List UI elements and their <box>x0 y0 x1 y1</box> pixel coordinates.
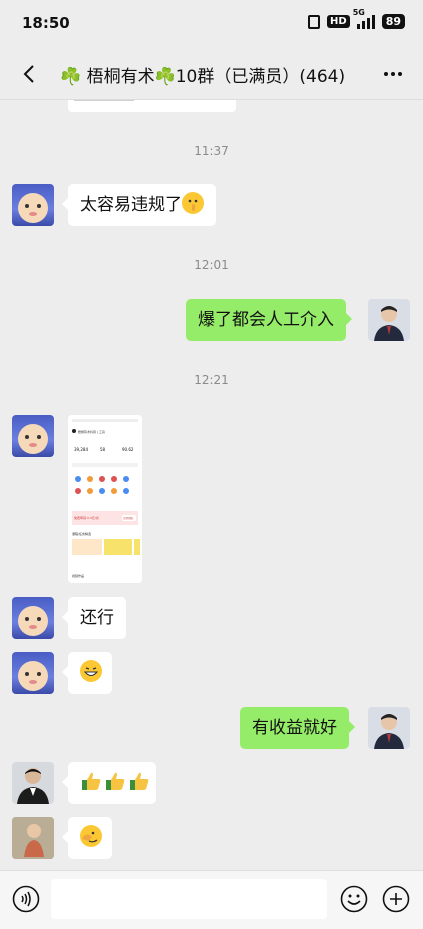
app-screenshot-thumbnail: 梧桐有术抖音 | 工具 39,284 58 90.62 免费申领 0.3元/次 … <box>68 415 142 583</box>
person-icon <box>374 306 404 341</box>
avatar[interactable] <box>12 597 54 639</box>
person-suit-icon <box>17 768 49 804</box>
timestamp: 11:37 <box>194 144 229 158</box>
battery-level: 89 <box>381 14 405 29</box>
status-bar: 18:50 HD 5G 89 <box>0 0 423 48</box>
image-message[interactable]: 梧桐有术抖音 | 工具 39,284 58 90.62 免费申领 0.3元/次 … <box>68 415 142 583</box>
child-photo-icon <box>12 817 54 859</box>
thumb-header: 梧桐有术抖音 | 工具 <box>78 429 105 434</box>
nav-bar: ☘️ 梧桐有术☘️10群（已满员）(464) <box>0 48 423 100</box>
thumb-tab: 视频作品 <box>72 573 84 578</box>
message-bubble-sent[interactable]: 有收益就好 <box>240 707 355 749</box>
message-text: 太容易违规了 <box>80 195 182 215</box>
message-input[interactable] <box>51 879 327 919</box>
cartoon-face-icon <box>18 193 48 223</box>
message-bubble[interactable] <box>62 817 112 859</box>
person-icon <box>374 714 404 749</box>
message-bubble[interactable]: 太容易违规了 <box>62 184 216 226</box>
message-text: 爆了都会人工介入 <box>198 310 334 330</box>
thumb-stat-1: 39,284 <box>74 447 88 452</box>
avatar[interactable] <box>12 652 54 694</box>
vibrate-icon <box>308 14 321 29</box>
chat-title: ☘️ 梧桐有术☘️10群（已满员）(464) <box>60 67 346 87</box>
cartoon-face-icon <box>18 606 48 636</box>
voice-icon[interactable] <box>12 885 40 913</box>
thumbs-up-icon <box>82 772 101 790</box>
grin-emoji-icon <box>80 660 102 682</box>
cartoon-face-icon <box>18 661 48 691</box>
message-text: 还行 <box>80 608 114 628</box>
thumb-stat-2: 58 <box>100 447 106 452</box>
thumbs-up-icon <box>106 772 125 790</box>
plus-icon[interactable] <box>382 885 410 913</box>
avatar[interactable] <box>12 762 54 804</box>
network-label: 5G <box>352 7 365 17</box>
shush-emoji-icon <box>182 192 204 214</box>
status-icons: HD 5G 89 <box>308 8 405 29</box>
avatar[interactable] <box>12 184 54 226</box>
chat-area[interactable]: 11:37 太容易违规了 12:01 爆了都会人工介入 12:21 梧桐有术抖音… <box>0 100 423 870</box>
message-bubble-sent[interactable]: 爆了都会人工介入 <box>186 299 352 341</box>
hd-badge: HD <box>327 15 350 28</box>
timestamp: 12:21 <box>194 373 229 387</box>
thumbs-up-icon <box>130 772 149 790</box>
timestamp: 12:01 <box>194 258 229 272</box>
previous-message-card[interactable] <box>68 100 236 112</box>
emoji-icon[interactable] <box>340 885 368 913</box>
message-bubble[interactable] <box>62 762 156 804</box>
thumb-banner: 免费申领 0.3元/次 <box>74 515 99 520</box>
message-text: 有收益就好 <box>252 718 337 738</box>
thumb-stat-3: 90.62 <box>122 447 134 452</box>
status-time: 18:50 <box>22 14 70 32</box>
input-bar <box>0 870 423 929</box>
back-icon[interactable] <box>18 62 42 86</box>
more-icon[interactable] <box>381 62 405 86</box>
avatar[interactable] <box>12 817 54 859</box>
signal-icon: 5G <box>353 8 375 29</box>
message-bubble[interactable]: 还行 <box>62 597 126 639</box>
my-avatar[interactable] <box>368 707 410 749</box>
thumb-banner-btn: 立即领取 <box>123 516 134 520</box>
thumb-section: 课程/任务精选 <box>72 531 91 536</box>
facepalm-emoji-icon <box>80 825 102 847</box>
avatar[interactable] <box>12 415 54 457</box>
cartoon-face-icon <box>18 424 48 454</box>
my-avatar[interactable] <box>368 299 410 341</box>
message-bubble[interactable] <box>62 652 112 694</box>
